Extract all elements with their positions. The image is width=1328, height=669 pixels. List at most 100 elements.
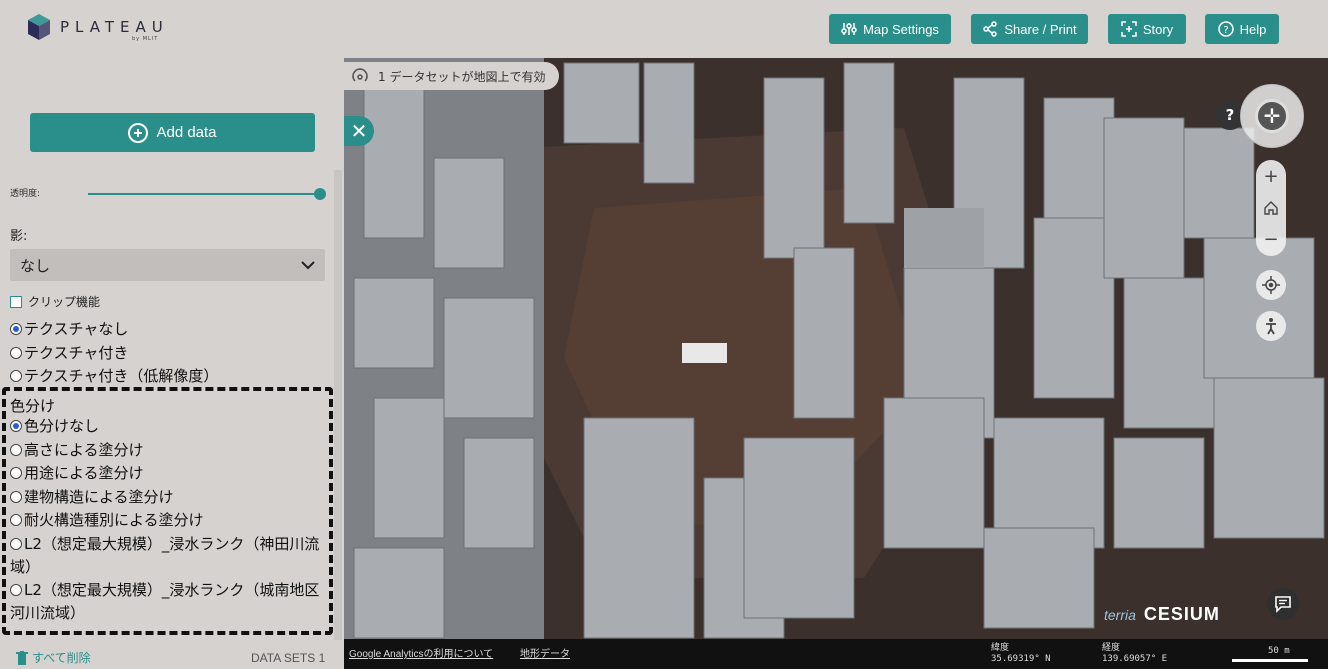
- zoom-in-button[interactable]: +: [1263, 166, 1278, 187]
- radio-button[interactable]: [10, 467, 22, 479]
- share-icon: [983, 21, 998, 37]
- radio-button[interactable]: [10, 369, 22, 382]
- move-crosshair-icon[interactable]: ✛: [1255, 99, 1289, 133]
- color-option[interactable]: L2（想定最大規模）_浸水ランク（神田川流域）: [10, 533, 322, 579]
- clip-label: クリップ機能: [28, 295, 101, 309]
- logo-subtitle: by MLIT: [132, 36, 159, 42]
- color-option[interactable]: 建物構造による塗分け: [10, 486, 322, 509]
- add-data-label: Add data: [156, 124, 217, 141]
- close-icon: ✕: [350, 119, 368, 143]
- color-option-label: L2（想定最大規模）_浸水ランク（城南地区河川流域）: [10, 581, 320, 622]
- zoom-out-button[interactable]: −: [1263, 229, 1278, 250]
- opacity-label: 透明度:: [10, 189, 41, 199]
- analytics-link[interactable]: Google Analyticsの利用について: [349, 645, 493, 660]
- latitude-label: 緯度: [991, 643, 1010, 653]
- map-settings-button[interactable]: Map Settings: [829, 14, 951, 44]
- longitude-label: 経度: [1102, 643, 1121, 653]
- pedestrian-icon: [1266, 318, 1276, 335]
- texture-option-label: テクスチャなし: [24, 320, 129, 338]
- clip-toggle[interactable]: クリップ機能: [10, 293, 100, 310]
- help-question-label: ?: [1225, 106, 1235, 124]
- color-option-label: L2（想定最大規模）_浸水ランク（神田川流域）: [10, 535, 320, 576]
- home-icon[interactable]: [1263, 200, 1279, 216]
- terria-logo: terria: [1104, 606, 1136, 623]
- active-datasets-notice: 1 データセットが地図上で有効: [344, 62, 560, 90]
- shadow-label: 影:: [10, 229, 28, 244]
- color-option[interactable]: 色分けなし: [10, 415, 322, 438]
- story-label: Story: [1142, 21, 1174, 37]
- radio-button[interactable]: [10, 584, 22, 596]
- opacity-slider-handle[interactable]: [314, 188, 326, 200]
- map-credits: terria CESIUM: [1104, 604, 1220, 625]
- story-icon: [1121, 21, 1137, 37]
- cesium-logo: CESIUM: [1143, 604, 1220, 624]
- share-print-button[interactable]: Share / Print: [971, 14, 1088, 44]
- texture-option[interactable]: テクスチャなし: [10, 318, 128, 339]
- pedestrian-mode-button[interactable]: [1256, 311, 1286, 341]
- feedback-button[interactable]: [1267, 588, 1299, 620]
- add-data-button[interactable]: Add data: [30, 113, 315, 152]
- color-option-label: 高さによる塗分け: [24, 441, 144, 459]
- latitude-value: 35.69319° N: [991, 654, 1051, 664]
- logo-text: PLATEAU: [60, 18, 169, 36]
- scale-label: 50 m: [1268, 646, 1290, 656]
- radio-button[interactable]: [10, 491, 22, 503]
- texture-option-label: テクスチャ付き（低解像度）: [24, 367, 219, 385]
- radio-button[interactable]: [10, 420, 22, 432]
- clip-checkbox[interactable]: [10, 295, 22, 308]
- plateau-cube-icon: [28, 14, 50, 40]
- map-viewport[interactable]: 1 データセットが地図上で有効 ✕ ? ✛ + − terria CESIUM …: [344, 58, 1328, 669]
- color-option-label: 建物構造による塗分け: [24, 488, 174, 506]
- radio-button[interactable]: [10, 514, 22, 526]
- plus-circle-icon: [128, 122, 149, 143]
- workbench-panel: Add data 透明度: 影: なし クリップ機能 テクスチャなし テクスチャ…: [0, 58, 344, 669]
- color-option[interactable]: L2（想定最大規模）_浸水ランク（城南地区河川流域）: [10, 579, 322, 625]
- app-header: PLATEAU by MLIT Map Settings Share / Pri…: [0, 0, 1328, 58]
- broadcast-icon: [352, 68, 368, 82]
- longitude-readout: 経度 139.69057° E: [1102, 643, 1167, 665]
- longitude-value: 139.69057° E: [1102, 654, 1168, 664]
- color-option-label: 耐火構造種別による塗分け: [24, 511, 204, 529]
- texture-option[interactable]: テクスチャ付き: [10, 342, 128, 363]
- chat-icon: [1275, 596, 1291, 613]
- trash-icon: [16, 650, 28, 665]
- help-button[interactable]: ? Help: [1205, 14, 1279, 44]
- map-settings-label: Map Settings: [863, 21, 939, 37]
- datasets-count: DATA SETS 1: [251, 651, 326, 665]
- remove-all-label: すべて削除: [32, 651, 91, 665]
- color-section-title: 色分け: [10, 397, 56, 415]
- help-icon: ?: [1217, 21, 1234, 37]
- locate-me-button[interactable]: [1256, 270, 1286, 300]
- share-print-label: Share / Print: [1004, 21, 1077, 37]
- help-label: Help: [1239, 21, 1267, 37]
- terrain-data-link[interactable]: 地形データ: [520, 645, 570, 660]
- city-3d-scene[interactable]: [344, 58, 1328, 669]
- opacity-slider-track[interactable]: [88, 193, 320, 195]
- sliders-icon: [841, 23, 857, 35]
- panel-scrollbar[interactable]: [334, 170, 342, 640]
- story-button[interactable]: Story: [1108, 14, 1186, 44]
- remove-all-button[interactable]: すべて削除: [16, 649, 91, 666]
- radio-button[interactable]: [10, 538, 22, 550]
- color-option-label: 色分けなし: [24, 417, 100, 435]
- compass-control[interactable]: ✛: [1240, 84, 1304, 148]
- radio-button[interactable]: [10, 322, 22, 335]
- color-option-label: 用途による塗分け: [24, 464, 144, 482]
- location-target-icon: [1262, 276, 1280, 294]
- color-option[interactable]: 耐火構造種別による塗分け: [10, 509, 322, 532]
- map-status-bar: Google Analyticsの利用について 地形データ 緯度 35.6931…: [344, 639, 1328, 669]
- color-option[interactable]: 用途による塗分け: [10, 462, 322, 485]
- radio-button[interactable]: [10, 346, 22, 359]
- zoom-control: + −: [1256, 160, 1286, 256]
- svg-text:?: ?: [1223, 25, 1228, 36]
- chevron-down-icon: [301, 261, 315, 270]
- texture-option-label: テクスチャ付き: [24, 344, 129, 362]
- latitude-readout: 緯度 35.69319° N: [991, 643, 1051, 665]
- color-option[interactable]: 高さによる塗分け: [10, 439, 322, 462]
- shadow-select-value: なし: [20, 256, 51, 275]
- notice-text: 1 データセットが地図上で有効: [378, 69, 546, 84]
- shadow-select[interactable]: なし: [10, 249, 325, 281]
- radio-button[interactable]: [10, 444, 22, 456]
- texture-option[interactable]: テクスチャ付き（低解像度）: [10, 365, 218, 386]
- collapse-panel-button[interactable]: ✕: [344, 116, 374, 146]
